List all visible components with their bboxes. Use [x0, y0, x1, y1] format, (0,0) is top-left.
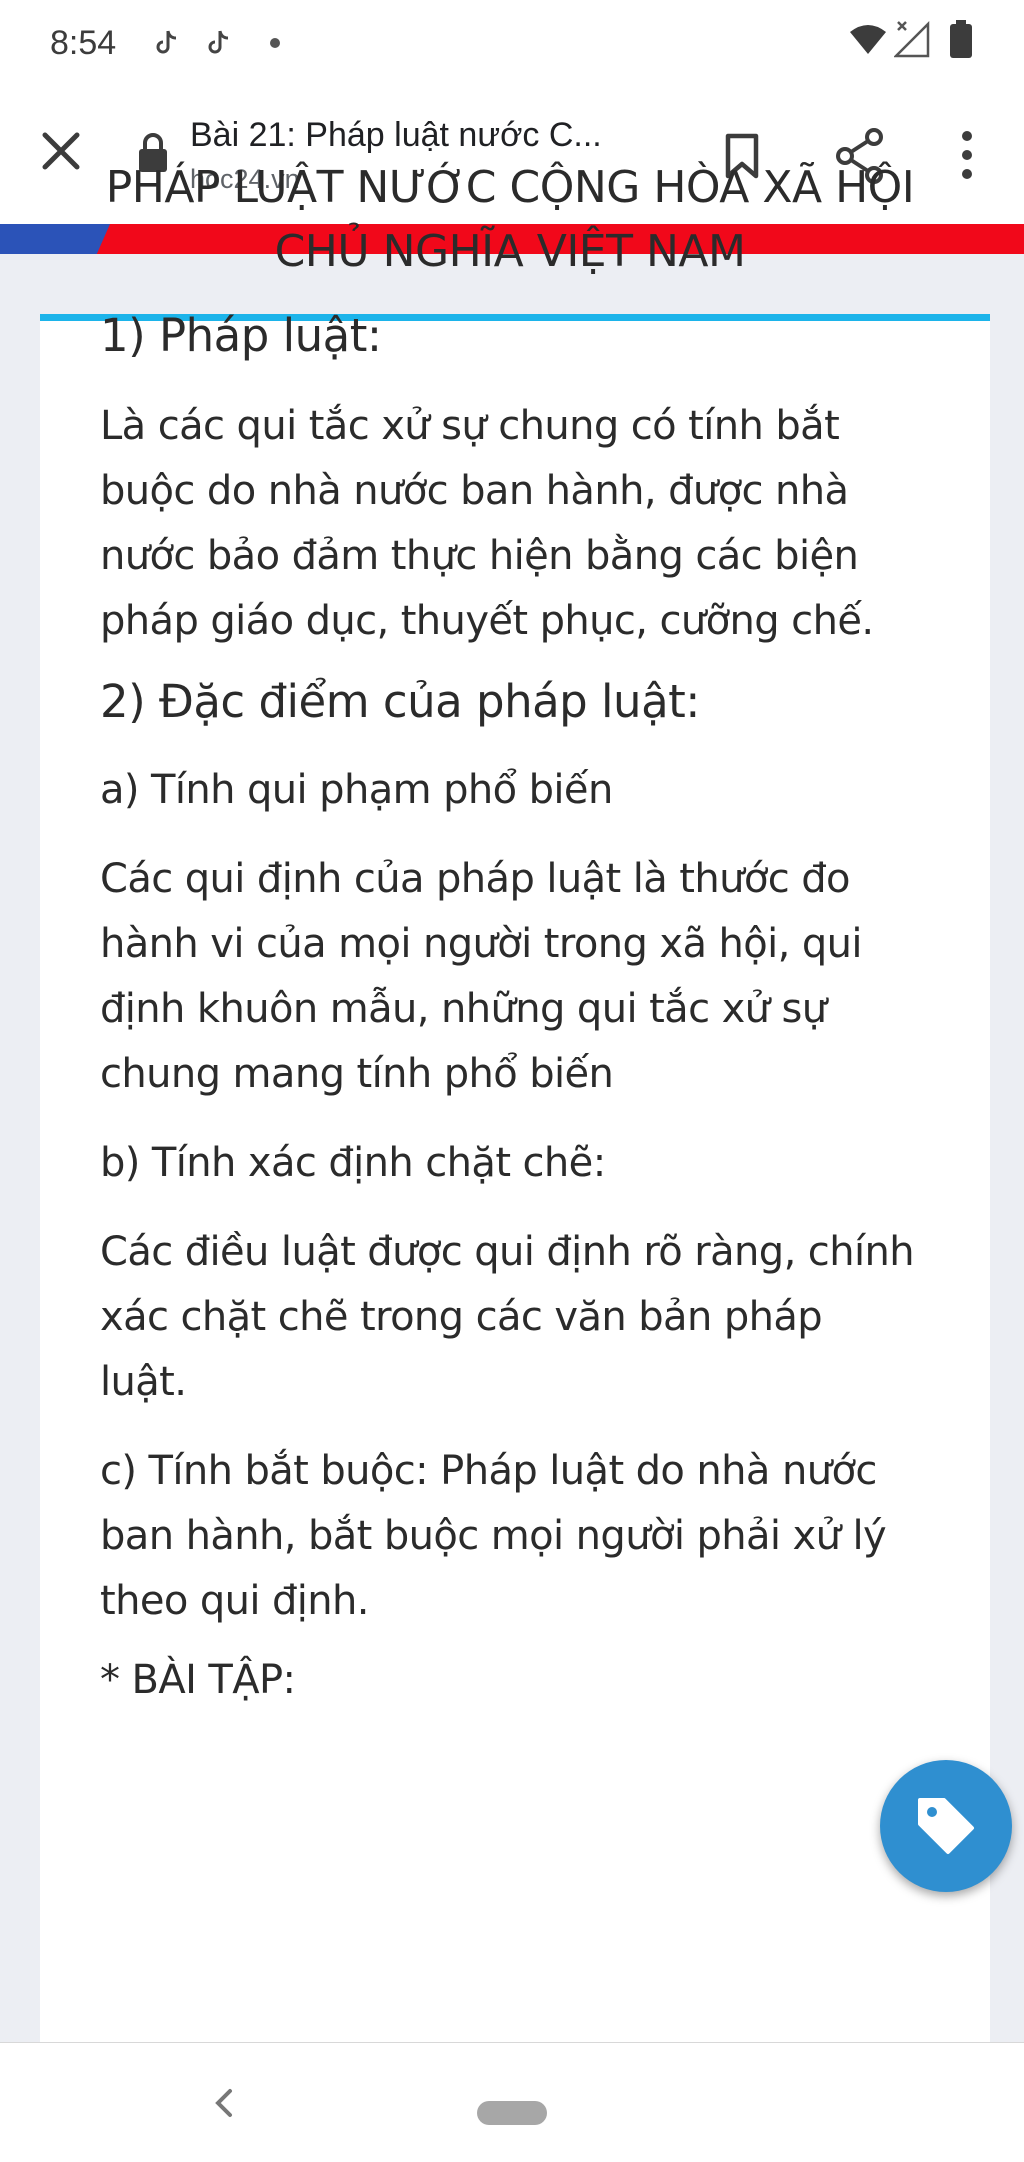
subheading: * BÀI TẬP: [100, 1657, 296, 1703]
article-body: PHÁP LUẬT NƯỚC CỘNG HÒA XÃ HỘI CHỦ NGHĨA… [100, 156, 920, 1713]
wifi-icon [848, 20, 888, 64]
tiktok-icon [204, 28, 234, 58]
more-icon[interactable] [955, 130, 979, 184]
back-icon[interactable] [212, 2083, 236, 2127]
subheading: b) Tính xác định chặt chẽ: [100, 1140, 606, 1186]
tiktok-icon [152, 28, 182, 58]
signal-icon [892, 20, 934, 64]
paragraph: Các qui định của pháp luật là thước đo h… [100, 856, 863, 1097]
status-time: 8:54 [50, 24, 117, 62]
home-pill[interactable] [477, 2101, 547, 2125]
paragraph: Các điều luật được qui định rõ ràng, chí… [100, 1229, 915, 1405]
tag-fab-button[interactable] [880, 1760, 1012, 1892]
status-bar: 8:54 [0, 0, 1024, 90]
dot-icon [270, 38, 280, 48]
section-heading: 1) Pháp luật: [100, 309, 382, 362]
page-title[interactable]: Bài 21: Pháp luật nước C... [190, 116, 660, 155]
battery-icon [948, 20, 974, 64]
paragraph: Là các qui tắc xử sự chung có tính bắt b… [100, 403, 874, 644]
section-heading: 2) Đặc điểm của pháp luật: [100, 675, 700, 728]
close-icon[interactable] [40, 130, 82, 176]
tag-icon [918, 1798, 974, 1854]
subheading: a) Tính qui phạm phổ biến [100, 767, 613, 813]
article-title: PHÁP LUẬT NƯỚC CỘNG HÒA XÃ HỘI CHỦ NGHĨA… [105, 162, 915, 277]
system-nav-bar [0, 2042, 1024, 2162]
screen: 8:54 Bài 21: Pháp luật nước C... hoc24.v… [0, 0, 1024, 2162]
paragraph: c) Tính bắt buộc: Pháp luật do nhà nước … [100, 1448, 887, 1624]
